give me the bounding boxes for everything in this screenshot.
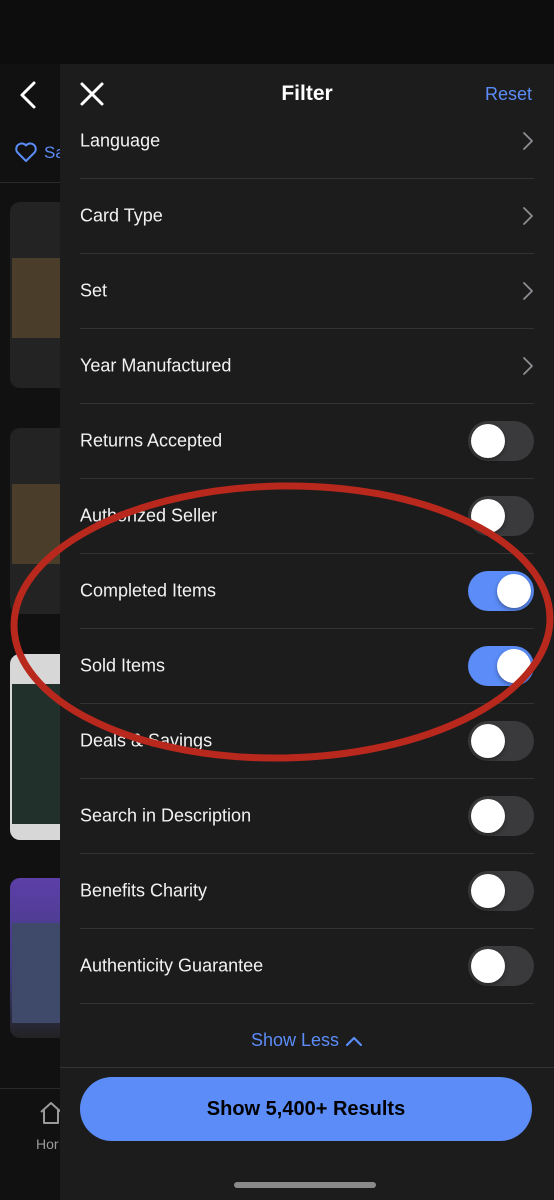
home-indicator: [234, 1182, 376, 1188]
filter-row-language[interactable]: Language: [80, 104, 534, 179]
filter-row-label: Set: [80, 280, 108, 301]
show-less-label: Show Less: [250, 1030, 340, 1050]
listing-thumbnail[interactable]: [10, 654, 60, 840]
filter-row-year-manufactured[interactable]: Year Manufactured: [80, 329, 534, 404]
returns-accepted-toggle[interactable]: [468, 421, 534, 461]
filter-row-benefits-charity: Benefits Charity: [80, 854, 534, 929]
filter-row-label: Completed Items: [80, 580, 217, 601]
reset-button[interactable]: Reset: [485, 84, 532, 105]
filter-row-label: Search in Description: [80, 805, 252, 826]
sold-items-toggle[interactable]: [468, 646, 534, 686]
authorized-seller-toggle[interactable]: [468, 496, 534, 536]
listing-thumbnail[interactable]: [10, 428, 60, 614]
heart-icon[interactable]: [14, 140, 38, 164]
show-less-button[interactable]: Show Less: [60, 1030, 554, 1051]
filter-row-search-in-description: Search in Description: [80, 779, 534, 854]
listing-thumbnail[interactable]: [10, 202, 60, 388]
completed-items-toggle[interactable]: [468, 571, 534, 611]
chevron-right-icon: [523, 357, 533, 375]
footer-divider: [60, 1067, 554, 1068]
tab-home-label[interactable]: Hor: [36, 1136, 59, 1152]
filter-row-label: Sold Items: [80, 655, 166, 676]
search-in-description-toggle[interactable]: [468, 796, 534, 836]
filter-row-authorized-seller: Authorized Seller: [80, 479, 534, 554]
deals-savings-toggle[interactable]: [468, 721, 534, 761]
chevron-right-icon: [523, 207, 533, 225]
show-results-button[interactable]: Show 5,400+ Results: [80, 1077, 532, 1141]
filter-row-label: Deals & Savings: [80, 730, 213, 751]
filter-row-label: Returns Accepted: [80, 430, 223, 451]
filter-sheet: Filter Reset Language Card Type Set Year…: [60, 64, 554, 1200]
filter-row-authenticity-guarantee: Authenticity Guarantee: [80, 929, 534, 1004]
tab-bar-divider: [0, 1088, 60, 1089]
filter-row-set[interactable]: Set: [80, 254, 534, 329]
divider: [0, 182, 60, 183]
filter-row-label: Authenticity Guarantee: [80, 955, 264, 976]
filter-row-label: Benefits Charity: [80, 880, 208, 901]
filter-row-completed-items: Completed Items: [80, 554, 534, 629]
filter-row-label: Authorized Seller: [80, 505, 218, 526]
benefits-charity-toggle[interactable]: [468, 871, 534, 911]
chevron-right-icon: [523, 282, 533, 300]
authenticity-guarantee-toggle[interactable]: [468, 946, 534, 986]
filter-row-returns-accepted: Returns Accepted: [80, 404, 534, 479]
page-title: Filter: [281, 82, 333, 105]
filter-row-label: Card Type: [80, 205, 163, 226]
filter-row-deals-savings: Deals & Savings: [80, 704, 534, 779]
listing-thumbnail[interactable]: [10, 878, 60, 1038]
filter-row-label: Language: [80, 130, 161, 151]
filter-row-card-type[interactable]: Card Type: [80, 179, 534, 254]
chevron-right-icon: [523, 132, 533, 150]
filter-row-label: Year Manufactured: [80, 355, 232, 376]
chevron-up-icon: [345, 1037, 363, 1047]
filter-row-sold-items: Sold Items: [80, 629, 534, 704]
back-chevron-icon[interactable]: [16, 80, 42, 110]
